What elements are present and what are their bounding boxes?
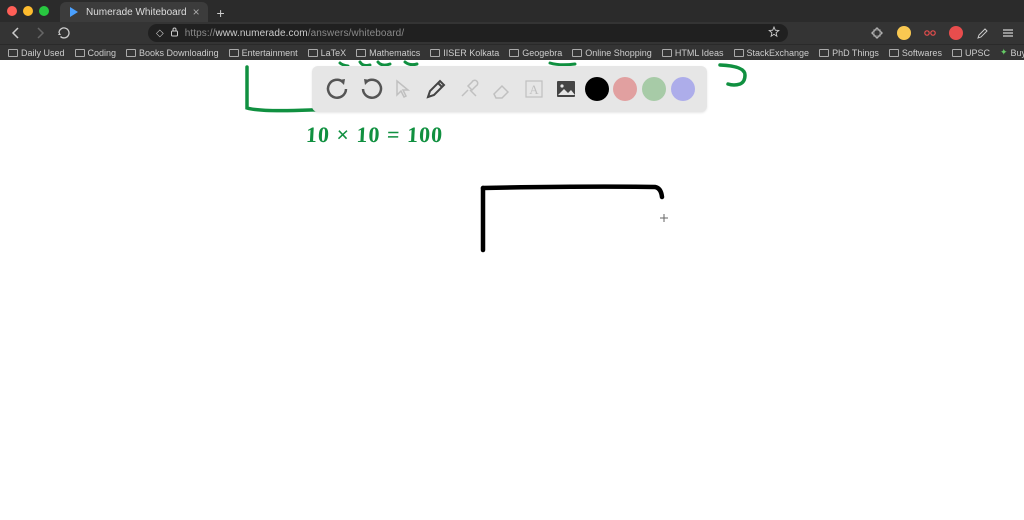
bookmarks-bar: Daily Used Coding Books Downloading Ente… xyxy=(0,44,1024,60)
maximize-window-button[interactable] xyxy=(39,6,49,16)
edit-pencil-icon[interactable] xyxy=(974,25,990,41)
folder-icon xyxy=(952,49,962,57)
forward-button[interactable] xyxy=(32,25,48,41)
extension-puzzle-icon[interactable] xyxy=(870,25,886,41)
text-tool[interactable]: A xyxy=(520,75,548,103)
folder-icon xyxy=(430,49,440,57)
color-black[interactable] xyxy=(585,77,609,101)
color-purple[interactable] xyxy=(671,77,695,101)
new-tab-button[interactable]: + xyxy=(212,4,230,22)
pen-tool[interactable] xyxy=(422,75,450,103)
bookmark-folder[interactable]: IISER Kolkata xyxy=(430,48,499,58)
folder-icon xyxy=(734,49,744,57)
pointer-tool[interactable] xyxy=(389,75,417,103)
bookmark-folder[interactable]: Mathematics xyxy=(356,48,420,58)
close-tab-icon[interactable]: × xyxy=(193,5,200,19)
bookmark-folder[interactable]: HTML Ideas xyxy=(662,48,724,58)
folder-icon xyxy=(509,49,519,57)
extension-icons xyxy=(870,25,1016,41)
folder-icon xyxy=(308,49,318,57)
star-bookmark-icon[interactable] xyxy=(768,26,780,41)
folder-icon xyxy=(356,49,366,57)
folder-icon xyxy=(126,49,136,57)
back-button[interactable] xyxy=(8,25,24,41)
drawing-layer xyxy=(0,60,1024,520)
browser-tab[interactable]: Numerade Whiteboard × xyxy=(60,2,208,22)
bookmark-folder[interactable]: Softwares xyxy=(889,48,942,58)
whiteboard-toolbar: A xyxy=(312,66,707,112)
bookmark-folder[interactable]: Coding xyxy=(75,48,117,58)
window-controls xyxy=(0,0,60,22)
color-green[interactable] xyxy=(642,77,666,101)
image-tool[interactable] xyxy=(552,75,580,103)
address-bar[interactable]: ◇ https://www.numerade.com/answers/white… xyxy=(148,24,788,42)
bookmark-folder[interactable]: UPSC xyxy=(952,48,990,58)
extension-icon-1[interactable] xyxy=(896,25,912,41)
folder-icon xyxy=(229,49,239,57)
undo-button[interactable] xyxy=(324,75,352,103)
bookmark-folder[interactable]: Books Downloading xyxy=(126,48,219,58)
folder-icon xyxy=(8,49,18,57)
bookmark-folder[interactable]: Geogebra xyxy=(509,48,562,58)
url-text: https://www.numerade.com/answers/whitebo… xyxy=(185,28,405,39)
bookmark-folder[interactable]: Daily Used xyxy=(8,48,65,58)
extension-icon-2[interactable] xyxy=(922,25,938,41)
lock-icon[interactable] xyxy=(170,27,179,40)
url-toolbar: ◇ https://www.numerade.com/answers/white… xyxy=(0,22,1024,44)
extension-icon-3[interactable] xyxy=(948,25,964,41)
folder-icon xyxy=(572,49,582,57)
color-pink[interactable] xyxy=(613,77,637,101)
folder-icon xyxy=(75,49,85,57)
bookmark-folder[interactable]: Entertainment xyxy=(229,48,298,58)
site-info-icon[interactable]: ◇ xyxy=(156,28,164,39)
bookmark-folder[interactable]: Online Shopping xyxy=(572,48,652,58)
redo-button[interactable] xyxy=(357,75,385,103)
bookmark-link[interactable]: ✦Buy New & Used Bo… xyxy=(1000,47,1024,58)
reload-button[interactable] xyxy=(56,25,72,41)
tools-icon[interactable] xyxy=(455,75,483,103)
folder-icon xyxy=(889,49,899,57)
eraser-tool[interactable] xyxy=(487,75,515,103)
browser-menu-icon[interactable] xyxy=(1000,25,1016,41)
folder-icon xyxy=(819,49,829,57)
tab-title: Numerade Whiteboard xyxy=(86,7,187,18)
bookmark-folder[interactable]: LaTeX xyxy=(308,48,347,58)
tab-favicon xyxy=(68,6,80,18)
svg-text:A: A xyxy=(529,82,539,97)
bookmark-folder[interactable]: StackExchange xyxy=(734,48,810,58)
minimize-window-button[interactable] xyxy=(23,6,33,16)
close-window-button[interactable] xyxy=(7,6,17,16)
tab-strip: Numerade Whiteboard × + xyxy=(0,0,1024,22)
folder-icon xyxy=(662,49,672,57)
bookmark-folder[interactable]: PhD Things xyxy=(819,48,879,58)
